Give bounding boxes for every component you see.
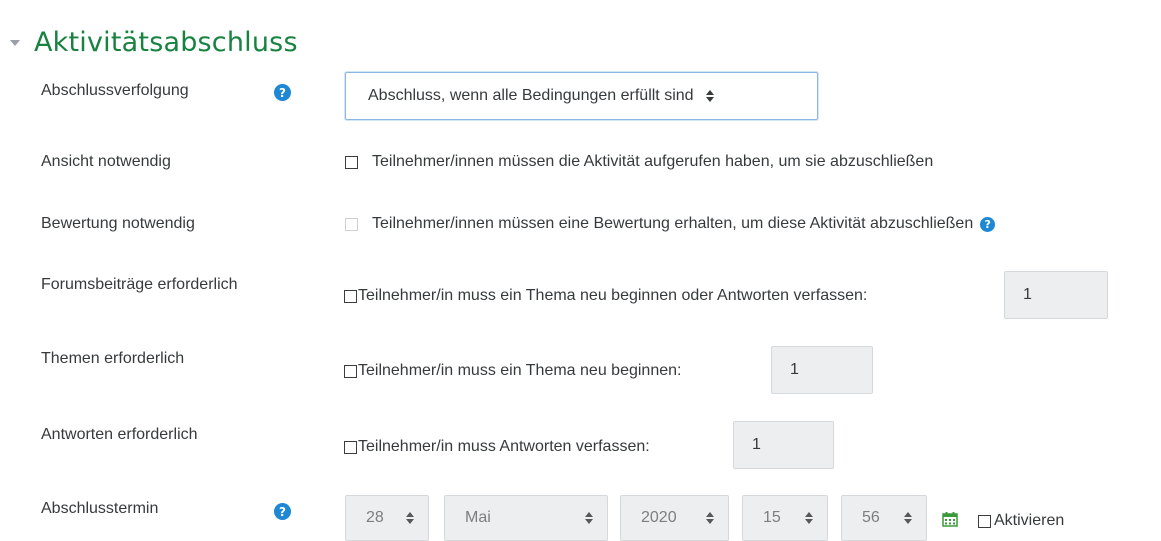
select-arrows-icon — [805, 512, 813, 524]
hour-select[interactable]: 15 — [742, 495, 828, 541]
grade-required-text: Teilnehmer/innen müssen eine Bewertung e… — [372, 215, 974, 232]
select-arrows-icon — [705, 90, 714, 102]
view-required-text: Teilnehmer/innen müssen die Aktivität au… — [372, 153, 934, 170]
completion-tracking-value: Abschluss, wenn alle Bedingungen erfüllt… — [368, 87, 694, 104]
help-icon[interactable]: ? — [274, 84, 291, 101]
completion-tracking-select[interactable]: Abschluss, wenn alle Bedingungen erfüllt… — [345, 72, 818, 120]
discussions-required-text: Teilnehmer/in muss ein Thema neu beginne… — [358, 362, 682, 379]
replies-required-row: Teilnehmer/in muss Antworten verfassen: — [344, 438, 650, 456]
posts-required-row: Teilnehmer/in muss ein Thema neu beginne… — [344, 287, 867, 305]
discussions-required-label: Themen erforderlich — [41, 350, 185, 367]
replies-required-text: Teilnehmer/in muss Antworten verfassen: — [358, 438, 650, 455]
replies-required-input[interactable]: 1 — [733, 421, 834, 469]
grade-required-row: Teilnehmer/innen müssen eine Bewertung e… — [345, 215, 996, 233]
replies-required-checkbox[interactable] — [344, 440, 357, 454]
year-select[interactable]: 2020 — [620, 495, 729, 541]
select-arrows-icon — [706, 512, 714, 524]
view-required-row: Teilnehmer/innen müssen die Aktivität au… — [345, 153, 933, 171]
grade-required-checkbox[interactable] — [345, 217, 358, 231]
discussions-required-checkbox[interactable] — [344, 364, 357, 378]
hour-value: 15 — [763, 509, 781, 526]
section-header[interactable]: Aktivitätsabschluss — [10, 24, 298, 60]
posts-required-text: Teilnehmer/in muss ein Thema neu beginne… — [358, 287, 868, 304]
select-arrows-icon — [904, 512, 912, 524]
enable-text: Aktivieren — [994, 512, 1065, 529]
posts-required-checkbox[interactable] — [344, 289, 357, 303]
view-required-label: Ansicht notwendig — [41, 153, 171, 170]
minute-value: 56 — [862, 509, 880, 526]
enable-checkbox[interactable] — [978, 514, 991, 528]
collapse-caret-icon[interactable] — [10, 40, 20, 46]
day-value: 28 — [366, 509, 384, 526]
month-select[interactable]: Mai — [444, 495, 608, 541]
day-select[interactable]: 28 — [345, 495, 429, 541]
discussions-required-input[interactable]: 1 — [771, 346, 873, 394]
discussions-required-row: Teilnehmer/in muss ein Thema neu beginne… — [344, 362, 681, 380]
expected-completion-label: Abschlusstermin — [41, 500, 159, 517]
month-value: Mai — [465, 509, 491, 526]
select-arrows-icon — [406, 512, 414, 524]
posts-required-input[interactable]: 1 — [1004, 271, 1108, 319]
posts-required-label: Forumsbeiträge erforderlich — [41, 276, 238, 293]
calendar-icon[interactable] — [942, 512, 958, 527]
year-value: 2020 — [641, 509, 677, 526]
select-arrows-icon — [585, 512, 593, 524]
tracking-label: Abschlussverfolgung — [41, 82, 189, 99]
enable-row: Aktivieren — [978, 512, 1064, 530]
view-required-checkbox[interactable] — [345, 155, 358, 169]
help-icon[interactable]: ? — [274, 503, 291, 520]
help-icon[interactable]: ? — [980, 216, 996, 232]
replies-required-label: Antworten erforderlich — [41, 426, 198, 443]
section-title: Aktivitätsabschluss — [34, 26, 298, 58]
minute-select[interactable]: 56 — [841, 495, 927, 541]
grade-required-label: Bewertung notwendig — [41, 215, 195, 232]
